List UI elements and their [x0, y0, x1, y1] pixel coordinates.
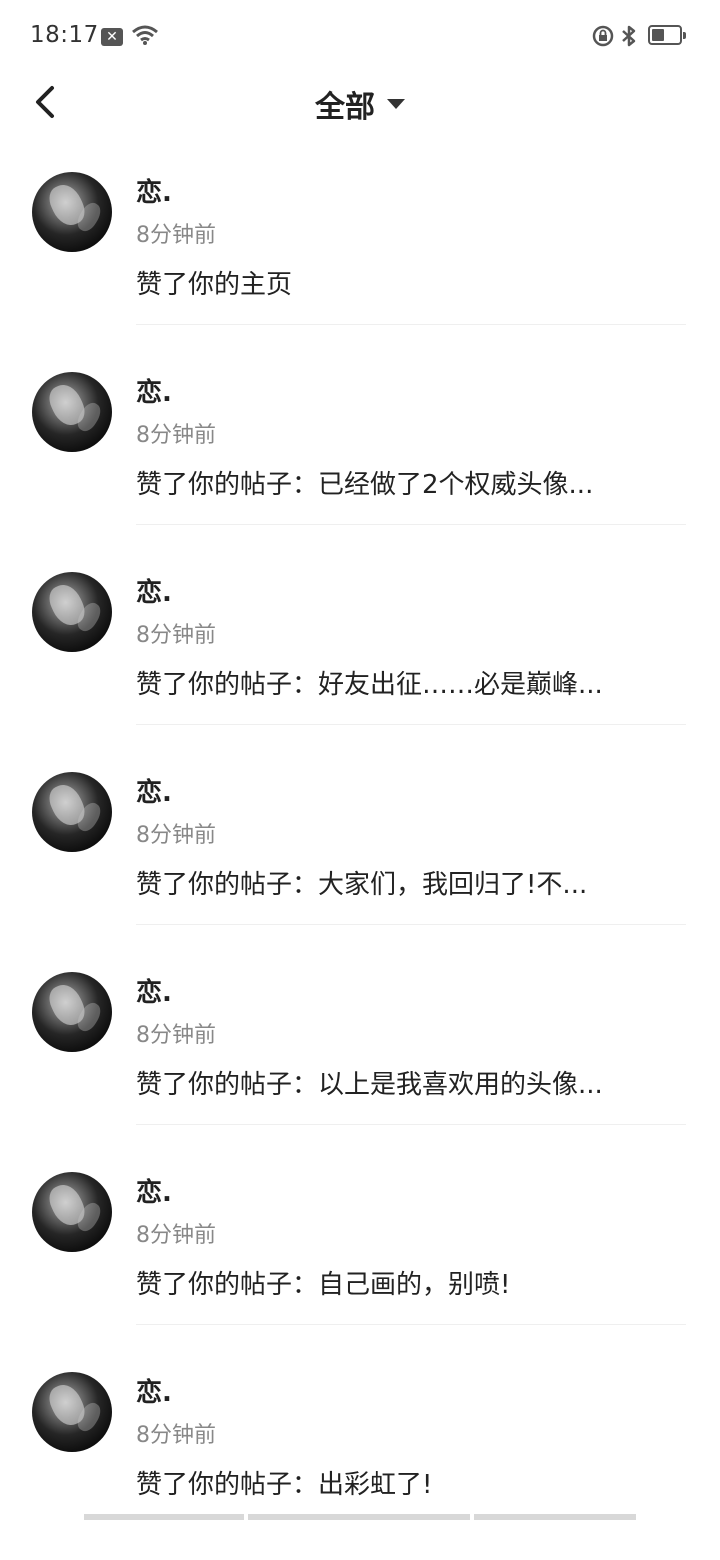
- list-item[interactable]: 恋. 8分钟前 赞了你的帖子：以上是我喜欢用的头像...: [0, 960, 720, 1160]
- wifi-icon: [132, 25, 158, 45]
- user-name[interactable]: 恋.: [136, 572, 172, 609]
- user-name[interactable]: 恋.: [136, 972, 172, 1009]
- notification-text[interactable]: 赞了你的帖子：已经做了2个权威头像...: [136, 464, 593, 501]
- notification-text[interactable]: 赞了你的帖子：以上是我喜欢用的头像...: [136, 1064, 603, 1101]
- avatar[interactable]: [32, 372, 112, 452]
- notification-text[interactable]: 赞了你的帖子：好友出征……必是巅峰...: [136, 664, 603, 701]
- avatar[interactable]: [32, 572, 112, 652]
- list-item[interactable]: 恋. 8分钟前 赞了你的帖子：好友出征……必是巅峰...: [0, 560, 720, 760]
- user-name[interactable]: 恋.: [136, 772, 172, 809]
- notification-text[interactable]: 赞了你的主页: [136, 264, 292, 301]
- bottom-edge-segment: [248, 1514, 470, 1520]
- notification-text[interactable]: 赞了你的帖子：出彩虹了!: [136, 1464, 432, 1501]
- bottom-edge: [84, 1514, 636, 1520]
- user-name[interactable]: 恋.: [136, 172, 172, 209]
- status-bar: 18:17 ✕: [0, 0, 720, 70]
- divider: [136, 924, 686, 925]
- list-item[interactable]: 恋. 8分钟前 赞了你的帖子：大家们，我回归了!不...: [0, 760, 720, 960]
- avatar[interactable]: [32, 772, 112, 852]
- timestamp: 8分钟前: [136, 1223, 216, 1248]
- status-time: 18:17: [30, 22, 99, 48]
- page-title[interactable]: 全部: [315, 90, 375, 125]
- nav-bar: 全部: [0, 70, 720, 138]
- user-name[interactable]: 恋.: [136, 1372, 172, 1409]
- list-item[interactable]: 恋. 8分钟前 赞了你的主页: [0, 160, 720, 360]
- bottom-edge-segment: [474, 1514, 636, 1520]
- avatar[interactable]: [32, 172, 112, 252]
- divider: [136, 1324, 686, 1325]
- notification-text[interactable]: 赞了你的帖子：自己画的，别喷!: [136, 1264, 510, 1301]
- user-name[interactable]: 恋.: [136, 1172, 172, 1209]
- avatar[interactable]: [32, 1172, 112, 1252]
- timestamp: 8分钟前: [136, 623, 216, 648]
- timestamp: 8分钟前: [136, 1423, 216, 1448]
- list-item[interactable]: 恋. 8分钟前 赞了你的帖子：出彩虹了!: [0, 1360, 720, 1560]
- bluetooth-icon: [622, 25, 636, 47]
- divider: [136, 724, 686, 725]
- timestamp: 8分钟前: [136, 1023, 216, 1048]
- divider: [136, 1124, 686, 1125]
- timestamp: 8分钟前: [136, 223, 216, 248]
- notification-list: 恋. 8分钟前 赞了你的主页 恋. 8分钟前 赞了你的帖子：已经做了2个权威头像…: [0, 160, 720, 1560]
- divider: [136, 324, 686, 325]
- battery-level: [652, 29, 664, 41]
- timestamp: 8分钟前: [136, 823, 216, 848]
- avatar[interactable]: [32, 1372, 112, 1452]
- rotation-lock-icon: [592, 25, 614, 47]
- battery-icon: [648, 25, 686, 45]
- user-name[interactable]: 恋.: [136, 372, 172, 409]
- x-box-icon: ✕: [101, 28, 123, 46]
- notification-text[interactable]: 赞了你的帖子：大家们，我回归了!不...: [136, 864, 587, 901]
- avatar[interactable]: [32, 972, 112, 1052]
- divider: [136, 524, 686, 525]
- timestamp: 8分钟前: [136, 423, 216, 448]
- bottom-edge-segment: [84, 1514, 244, 1520]
- filter-dropdown[interactable]: 全部: [0, 82, 720, 126]
- list-item[interactable]: 恋. 8分钟前 赞了你的帖子：已经做了2个权威头像...: [0, 360, 720, 560]
- caret-down-icon[interactable]: [387, 99, 405, 109]
- list-item[interactable]: 恋. 8分钟前 赞了你的帖子：自己画的，别喷!: [0, 1160, 720, 1360]
